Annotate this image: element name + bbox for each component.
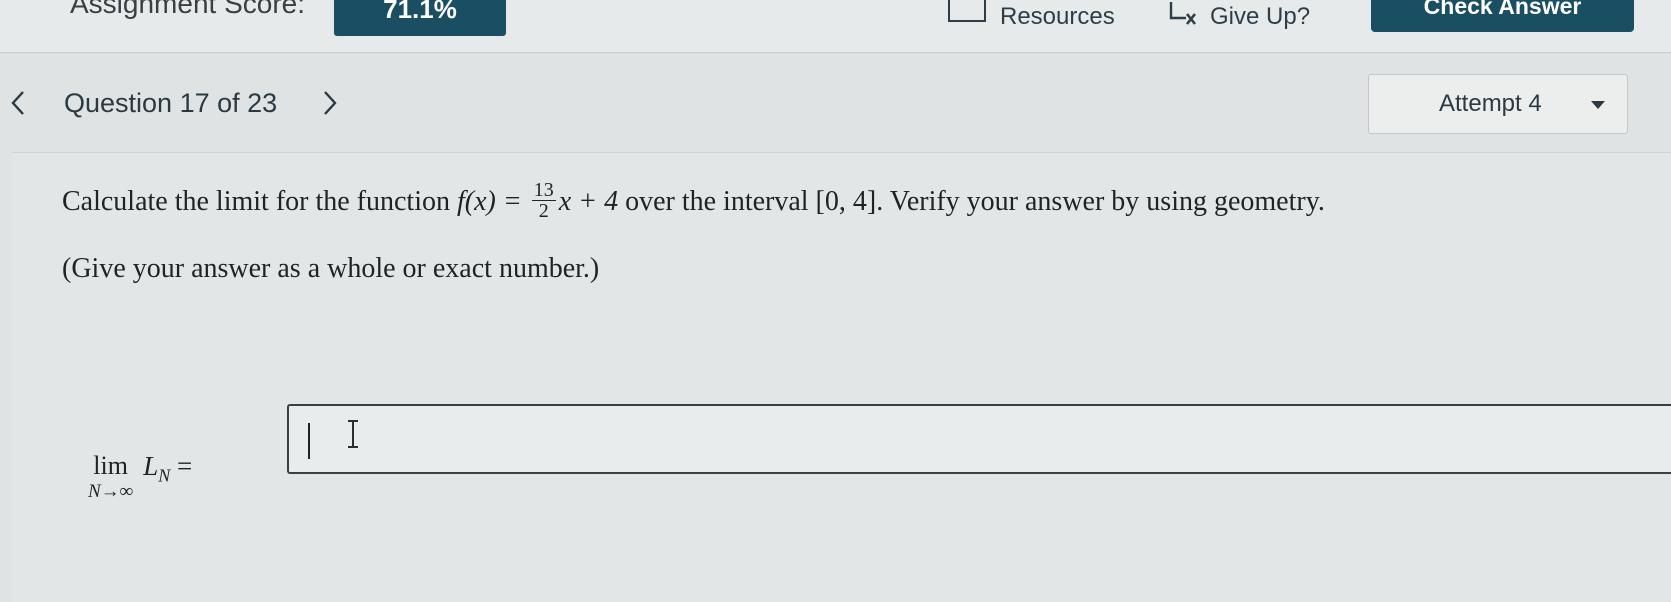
question-counter: Question 17 of 23 bbox=[64, 88, 278, 118]
fraction-denominator: 2 bbox=[538, 200, 549, 222]
question-nav: Question 17 of 23 Attempt 4 bbox=[0, 60, 1671, 150]
give-up-button[interactable]: Give Up? bbox=[1168, 0, 1310, 34]
question-text: Calculate the limit for the function f(x… bbox=[62, 179, 1325, 224]
lim-word: lim bbox=[93, 451, 128, 480]
limit-expression: lim N→∞ LN = bbox=[88, 451, 192, 503]
equals-sign: = bbox=[170, 451, 193, 481]
limit-variable-subscript: N bbox=[158, 465, 171, 486]
give-up-label: Give Up? bbox=[1210, 3, 1311, 30]
check-answer-button[interactable]: Check Answer bbox=[1371, 0, 1634, 32]
limit-variable: L bbox=[143, 451, 159, 481]
answer-hint: (Give your answer as a whole or exact nu… bbox=[62, 253, 600, 284]
fraction-numerator: 13 bbox=[531, 179, 556, 201]
fraction: 13 2 bbox=[531, 179, 556, 222]
assignment-score-value: 71.1% bbox=[334, 0, 506, 36]
ibeam-cursor-icon bbox=[348, 420, 358, 448]
answer-input[interactable] bbox=[287, 404, 1671, 474]
resources-button[interactable]: Resources bbox=[948, 0, 1115, 34]
chevron-left-icon[interactable] bbox=[8, 88, 28, 118]
top-bar: Assignment Score: 71.1% Resources Give U… bbox=[0, 0, 1671, 53]
function-rest: x + 4 bbox=[558, 185, 619, 217]
resources-icon bbox=[948, 0, 986, 22]
text-cursor bbox=[308, 423, 310, 459]
give-up-icon bbox=[1169, 2, 1197, 25]
resources-label: Resources bbox=[1000, 3, 1115, 30]
question-panel: Calculate the limit for the function f(x… bbox=[12, 152, 1671, 602]
caret-down-icon bbox=[1591, 101, 1605, 109]
assignment-score-label: Assignment Score: bbox=[70, 0, 305, 19]
question-text-before: Calculate the limit for the function bbox=[62, 185, 457, 217]
attempt-dropdown[interactable]: Attempt 4 bbox=[1368, 74, 1628, 134]
chevron-right-icon[interactable] bbox=[320, 88, 340, 118]
limit-operator: lim N→∞ bbox=[88, 451, 133, 503]
lim-subscript: N→∞ bbox=[88, 481, 134, 502]
question-text-after: over the interval [0, 4]. Verify your an… bbox=[618, 185, 1325, 217]
limit-body: LN = bbox=[143, 451, 192, 490]
attempt-label: Attempt 4 bbox=[1439, 90, 1542, 117]
function-name: f(x) = bbox=[457, 185, 529, 217]
